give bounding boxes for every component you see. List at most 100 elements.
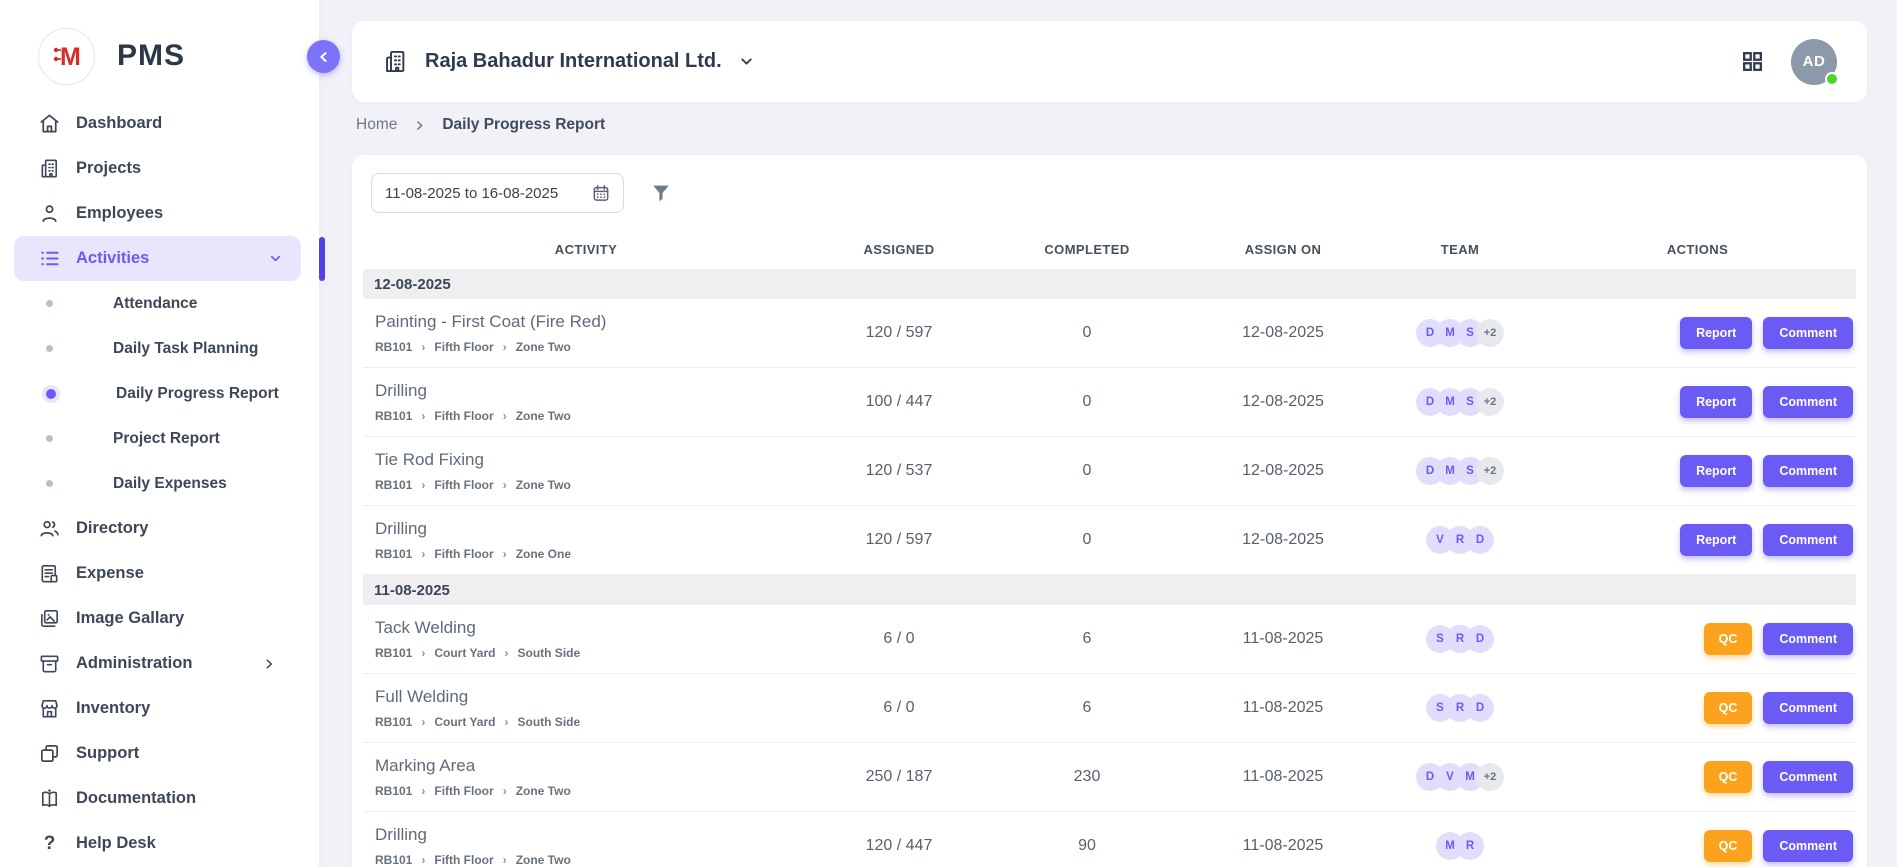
assigned-value: 120 / 597 <box>809 324 989 342</box>
assign-on-date: 12-08-2025 <box>1185 324 1381 342</box>
comment-button[interactable]: Comment <box>1763 761 1853 793</box>
app-title: PMS <box>117 39 185 73</box>
team-extra-count-badge[interactable]: +2 <box>1476 457 1504 485</box>
activity-title: Marking Area <box>375 756 809 776</box>
qc-button[interactable]: QC <box>1704 761 1753 793</box>
comment-button[interactable]: Comment <box>1763 830 1853 862</box>
completed-value: 0 <box>989 393 1185 411</box>
sidebar-item-documentation[interactable]: Documentation <box>0 776 326 821</box>
group-date-label: 12-08-2025 <box>374 276 451 293</box>
path-segment: Zone Two <box>516 853 571 867</box>
team-extra-count-badge[interactable]: +2 <box>1476 388 1504 416</box>
table-body: 12-08-2025 Painting - First Coat (Fire R… <box>363 269 1856 867</box>
table-row: Drilling RB101›Fifth Floor›Zone Two 100 … <box>363 368 1856 437</box>
sidebar-subitem-project-report[interactable]: Project Report <box>0 416 326 461</box>
path-chevron-icon: › <box>421 646 425 660</box>
comment-button[interactable]: Comment <box>1763 455 1853 487</box>
team-member-avatar[interactable]: R <box>1456 832 1484 860</box>
report-button[interactable]: Report <box>1680 317 1752 349</box>
path-segment: RB101 <box>375 715 412 729</box>
book-icon <box>38 787 61 810</box>
sidebar-item-activities[interactable]: Activities <box>14 236 301 281</box>
qc-button[interactable]: QC <box>1704 830 1753 862</box>
report-button[interactable]: Report <box>1680 386 1752 418</box>
team-avatars: SRD <box>1381 694 1539 722</box>
team-member-avatar[interactable]: D <box>1466 526 1494 554</box>
sidebar-item-employees[interactable]: Employees <box>0 191 326 236</box>
sidebar-subitem-label: Daily Progress Report <box>116 385 279 403</box>
sidebar-collapse-button[interactable] <box>307 40 340 73</box>
path-chevron-icon: › <box>421 409 425 423</box>
chevron-right-icon <box>262 657 276 671</box>
actions-cell: QC Comment <box>1539 830 1856 862</box>
sidebar-item-label: Directory <box>76 519 148 538</box>
group-date-label: 11-08-2025 <box>374 582 450 599</box>
grid-icon <box>1740 49 1765 74</box>
activity-cell: Drilling RB101›Fifth Floor›Zone Two <box>363 381 809 423</box>
filter-button[interactable] <box>650 182 672 204</box>
assign-on-date: 11-08-2025 <box>1185 768 1381 786</box>
apps-grid-button[interactable] <box>1740 49 1765 74</box>
activity-location-path: RB101›Fifth Floor›Zone Two <box>375 784 809 798</box>
sidebar-item-projects[interactable]: Projects <box>0 146 326 191</box>
team-avatars: DMS+2 <box>1381 457 1539 485</box>
home-icon <box>38 112 61 135</box>
path-segment: Zone Two <box>516 784 571 798</box>
comment-button[interactable]: Comment <box>1763 623 1853 655</box>
table-row: Tack Welding RB101›Court Yard›South Side… <box>363 605 1856 674</box>
user-avatar[interactable]: AD <box>1791 39 1837 85</box>
sidebar-item-label: Support <box>76 744 139 763</box>
path-segment: RB101 <box>375 784 412 798</box>
sidebar-item-image-gallary[interactable]: Image Gallary <box>0 596 326 641</box>
sidebar-subitem-daily-progress-report[interactable]: Daily Progress Report <box>0 371 326 416</box>
report-button[interactable]: Report <box>1680 455 1752 487</box>
company-selector[interactable]: Raja Bahadur International Ltd. <box>382 48 755 75</box>
path-chevron-icon: › <box>421 478 425 492</box>
qc-button[interactable]: QC <box>1704 692 1753 724</box>
team-avatars: SRD <box>1381 625 1539 653</box>
report-button[interactable]: Report <box>1680 524 1752 556</box>
path-segment: RB101 <box>375 853 412 867</box>
sidebar-item-dashboard[interactable]: Dashboard <box>0 101 326 146</box>
assigned-value: 120 / 537 <box>809 462 989 480</box>
sidebar-item-label: Administration <box>76 654 192 673</box>
sidebar-item-expense[interactable]: Expense <box>0 551 326 596</box>
sidebar-item-label: Image Gallary <box>76 609 184 628</box>
bullet-dot-icon <box>46 389 56 399</box>
team-member-avatar[interactable]: D <box>1466 625 1494 653</box>
sidebar-item-support[interactable]: Support <box>0 731 326 776</box>
date-range-value: 11-08-2025 to 16-08-2025 <box>385 185 558 202</box>
sidebar-item-administration[interactable]: Administration <box>0 641 326 686</box>
comment-button[interactable]: Comment <box>1763 524 1853 556</box>
sidebar-subitem-daily-task-planning[interactable]: Daily Task Planning <box>0 326 326 371</box>
path-segment: Court Yard <box>434 715 495 729</box>
activity-title: Drilling <box>375 519 809 539</box>
path-chevron-icon: › <box>503 409 507 423</box>
date-range-input[interactable]: 11-08-2025 to 16-08-2025 <box>371 173 624 213</box>
chevron-right-icon <box>413 119 426 132</box>
qc-button[interactable]: QC <box>1704 623 1753 655</box>
team-member-avatar[interactable]: D <box>1466 694 1494 722</box>
daily-progress-report-panel: 11-08-2025 to 16-08-2025 ACTIVITY ASSIGN… <box>352 155 1867 867</box>
comment-button[interactable]: Comment <box>1763 317 1853 349</box>
assign-on-date: 11-08-2025 <box>1185 699 1381 717</box>
path-segment: Fifth Floor <box>434 340 493 354</box>
comment-button[interactable]: Comment <box>1763 386 1853 418</box>
path-segment: Fifth Floor <box>434 478 493 492</box>
assign-on-date: 12-08-2025 <box>1185 462 1381 480</box>
sidebar-subitem-attendance[interactable]: Attendance <box>0 281 326 326</box>
path-chevron-icon: › <box>421 547 425 561</box>
comment-button[interactable]: Comment <box>1763 692 1853 724</box>
path-segment: RB101 <box>375 409 412 423</box>
receipt-icon <box>38 562 61 585</box>
breadcrumb-home[interactable]: Home <box>356 116 397 134</box>
sidebar-item-inventory[interactable]: Inventory <box>0 686 326 731</box>
team-extra-count-badge[interactable]: +2 <box>1476 319 1504 347</box>
team-extra-count-badge[interactable]: +2 <box>1476 763 1504 791</box>
path-segment: Zone Two <box>516 409 571 423</box>
sidebar-item-help-desk[interactable]: ? Help Desk <box>0 821 326 866</box>
assign-on-date: 12-08-2025 <box>1185 531 1381 549</box>
sidebar-item-directory[interactable]: Directory <box>0 506 326 551</box>
sidebar-subitem-daily-expenses[interactable]: Daily Expenses <box>0 461 326 506</box>
actions-cell: Report Comment <box>1539 455 1856 487</box>
